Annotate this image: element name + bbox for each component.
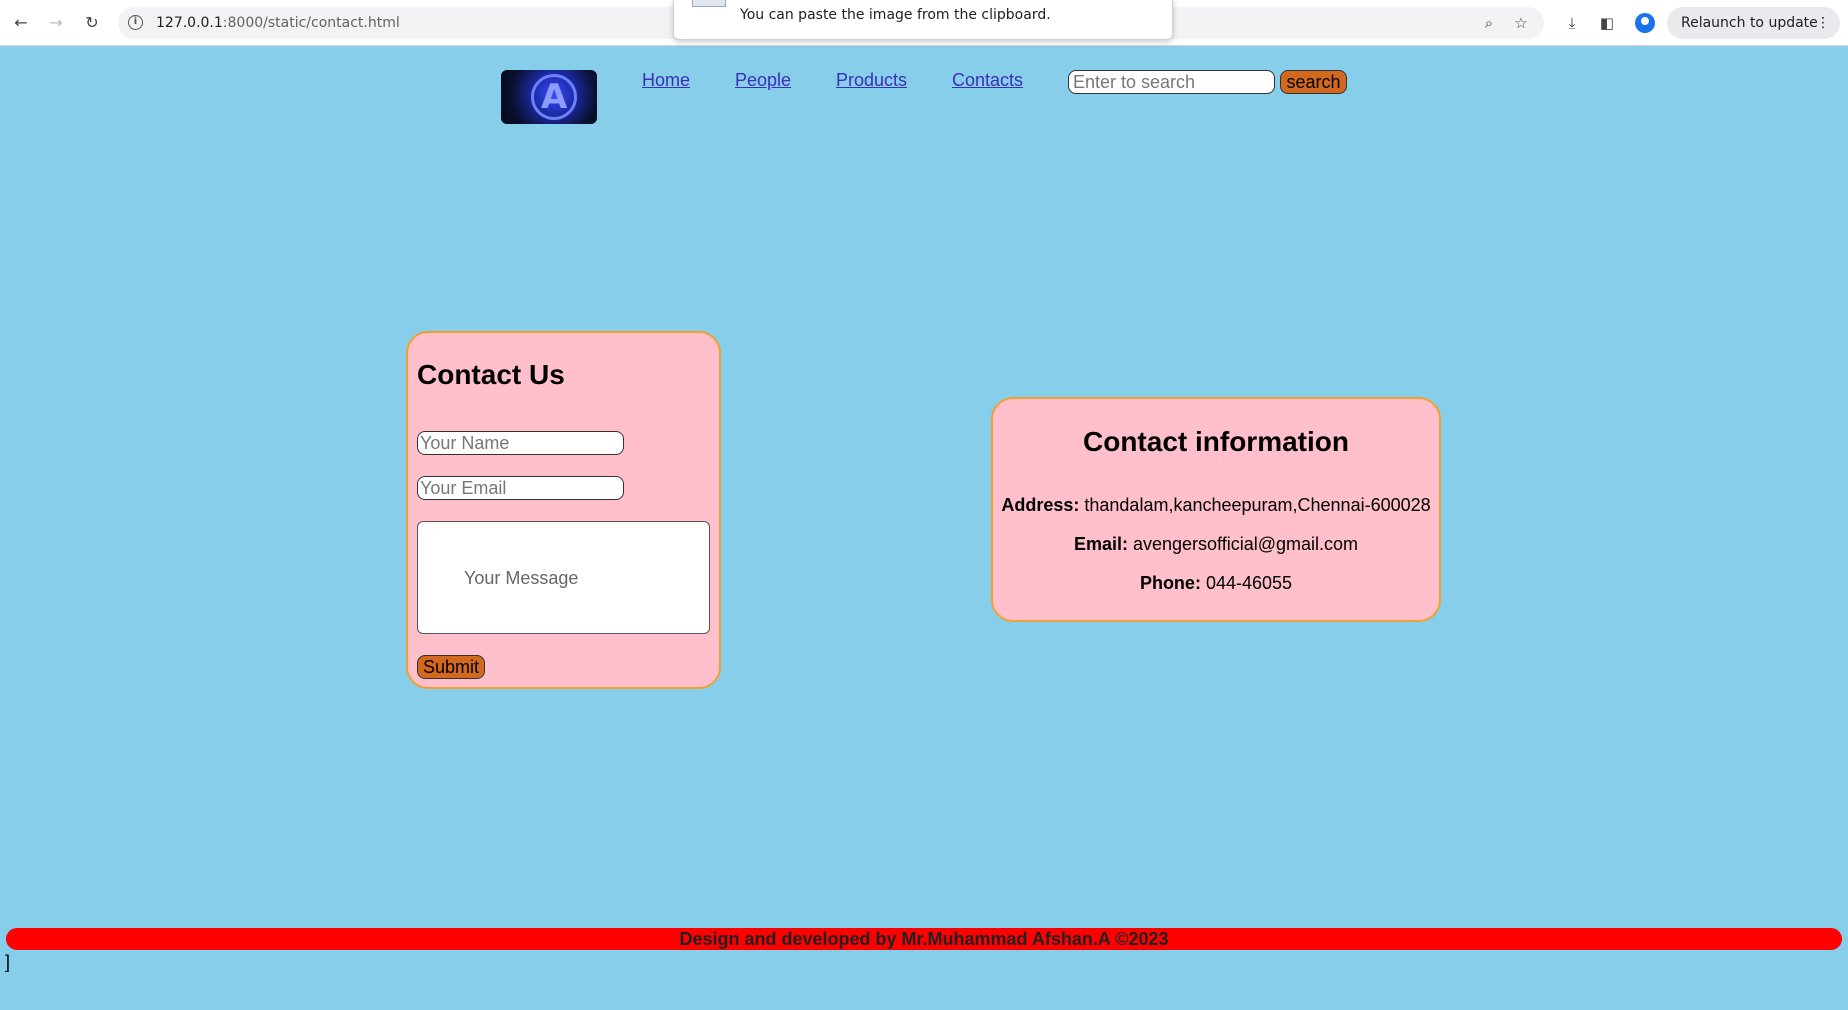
profile-avatar-icon[interactable] (1635, 13, 1655, 33)
download-icon[interactable]: ⤓ (1561, 12, 1583, 34)
phone-value: 044-46055 (1205, 573, 1293, 593)
side-panel-icon[interactable]: ◧ (1596, 12, 1618, 34)
submit-button[interactable]: Submit (417, 655, 485, 679)
clipboard-message: You can paste the image from the clipboa… (740, 7, 1051, 23)
nav-link-contacts[interactable]: Contacts (952, 70, 1023, 91)
contact-form-card: Contact Us Submit (406, 331, 721, 689)
relaunch-button[interactable]: Relaunch to update ⋮ (1667, 7, 1840, 39)
url-text: 127.0.0.1:8000/static/contact.html (156, 15, 400, 31)
name-field[interactable] (417, 431, 624, 455)
contact-form-title: Contact Us (417, 359, 565, 390)
footer-bar: Design and developed by Mr.Muhammad Afsh… (6, 928, 1842, 950)
email-row: Email: avengersofficial@gmail.com (993, 534, 1439, 555)
email-field[interactable] (417, 476, 624, 500)
reload-icon[interactable]: ↻ (80, 11, 104, 35)
relaunch-label: Relaunch to update (1681, 15, 1818, 31)
logo-letter: A (541, 77, 568, 117)
email-label: Email: (1073, 534, 1128, 554)
url-path: :8000/static/contact.html (222, 15, 400, 31)
forward-arrow-icon[interactable]: → (44, 11, 68, 35)
zoom-icon[interactable]: ⌕ (1478, 12, 1500, 34)
site-info-icon[interactable]: i (128, 15, 143, 30)
search-button[interactable]: search (1280, 70, 1347, 94)
contact-info-card: Contact information Address: thandalam,k… (991, 397, 1441, 622)
phone-row: Phone: 044-46055 (993, 573, 1439, 594)
address-label: Address: (1001, 495, 1080, 515)
clipboard-popup[interactable]: You can paste the image from the clipboa… (673, 0, 1173, 40)
nav-link-home[interactable]: Home (642, 70, 690, 91)
search-input[interactable] (1068, 70, 1275, 94)
address-value: thandalam,kancheepuram,Chennai-600028 (1084, 495, 1431, 515)
address-row: Address: thandalam,kancheepuram,Chennai-… (993, 495, 1439, 516)
kebab-menu-icon[interactable]: ⋮ (1816, 7, 1830, 39)
stray-bracket-text: ] (5, 952, 11, 972)
clipboard-thumbnail-icon (692, 0, 726, 7)
avengers-logo-icon: A (501, 70, 597, 124)
nav-link-products[interactable]: Products (836, 70, 907, 91)
back-arrow-icon[interactable]: ← (9, 11, 33, 35)
message-field[interactable] (417, 521, 710, 634)
contact-info-title: Contact information (1083, 426, 1349, 457)
email-value: avengersofficial@gmail.com (1133, 534, 1359, 554)
bookmark-star-icon[interactable]: ☆ (1510, 12, 1532, 34)
url-host: 127.0.0.1 (156, 15, 223, 31)
phone-label: Phone: (1139, 573, 1201, 593)
nav-link-people[interactable]: People (735, 70, 791, 91)
